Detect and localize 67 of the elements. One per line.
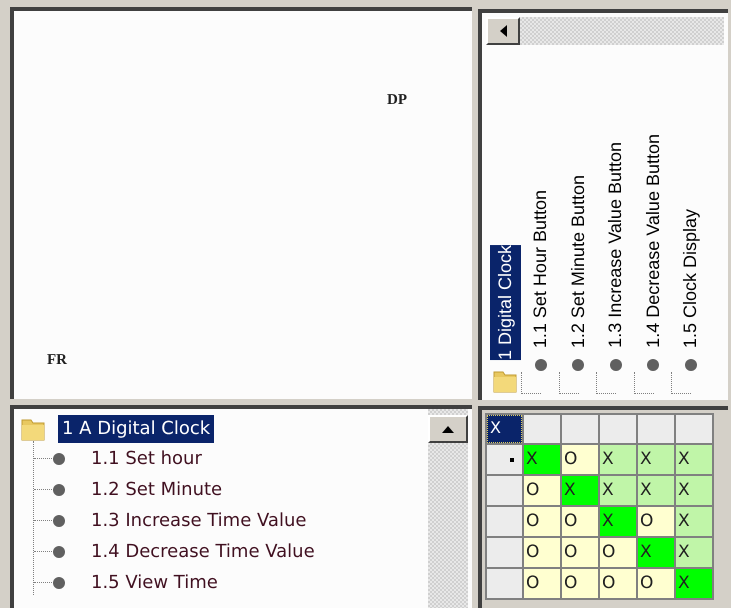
matrix-cell[interactable]: O (523, 506, 561, 537)
column-header-cell[interactable] (675, 414, 713, 444)
matrix-cell[interactable]: X (675, 444, 713, 475)
matrix-cell[interactable]: O (523, 537, 561, 568)
matrix-cell[interactable]: O (561, 444, 599, 475)
column-header[interactable]: 1.2 Set Minute Button (564, 174, 592, 348)
tree-item[interactable]: 1.2 Set Minute (88, 476, 226, 503)
matrix-cell[interactable]: X (637, 475, 675, 506)
canvas-label: FR (47, 351, 67, 370)
matrix-cell[interactable]: O (523, 475, 561, 506)
bullet-icon (534, 358, 548, 372)
bullet-icon (684, 358, 698, 372)
matrix-cell[interactable]: O (523, 568, 561, 599)
current-row-marker (510, 458, 514, 462)
canvas-label: DP (387, 91, 407, 110)
up-arrow-icon (442, 426, 454, 432)
column-header-cell[interactable] (523, 414, 561, 444)
matrix-cell[interactable]: X (637, 444, 675, 475)
matrix-cell[interactable]: X (637, 537, 675, 568)
bullet-icon (52, 482, 66, 496)
left-arrow-icon (500, 25, 506, 37)
column-header-cell[interactable] (599, 414, 637, 444)
matrix-cell[interactable]: X (675, 475, 713, 506)
column-header-cell[interactable] (637, 414, 675, 444)
matrix-cell[interactable]: X (599, 475, 637, 506)
tree-item[interactable]: 1.3 Increase Time Value (88, 507, 310, 534)
matrix-cell[interactable]: X (599, 506, 637, 537)
matrix-cell[interactable]: X (561, 475, 599, 506)
matrix-cell[interactable]: X (523, 444, 561, 475)
row-header-cell[interactable] (486, 506, 523, 537)
bullet-icon (52, 452, 66, 466)
bullet-icon (646, 358, 660, 372)
matrix-cell[interactable]: X (675, 537, 713, 568)
tree-item[interactable]: 1.5 View Time (88, 569, 221, 596)
horizontal-scrollbar[interactable] (486, 17, 724, 45)
bullet-icon (52, 514, 66, 528)
column-header[interactable]: 1.5 Clock Display (677, 208, 704, 348)
column-header[interactable]: 1.1 Set Hour Button (527, 190, 554, 348)
tree-item[interactable]: 1.1 Set hour (88, 445, 205, 472)
matrix-cell[interactable]: O (561, 506, 599, 537)
tree-item[interactable]: 1.4 Decrease Time Value (88, 538, 318, 565)
scroll-up-button[interactable] (428, 415, 468, 443)
matrix-corner-cell[interactable]: X (486, 414, 523, 444)
row-header-cell[interactable] (486, 537, 523, 568)
matrix-cell[interactable]: X (675, 506, 713, 537)
matrix-cell[interactable]: O (599, 568, 637, 599)
matrix-cell[interactable]: X (599, 444, 637, 475)
row-header-cell[interactable] (486, 475, 523, 506)
matrix-cell[interactable]: O (637, 506, 675, 537)
matrix-cell[interactable]: O (561, 568, 599, 599)
row-header-cell[interactable] (486, 444, 523, 475)
vertical-scrollbar[interactable] (428, 409, 468, 608)
matrix-cell[interactable]: O (637, 568, 675, 599)
row-header-cell[interactable] (486, 568, 523, 599)
bullet-icon (52, 576, 66, 590)
bullet-icon (52, 544, 66, 558)
column-header[interactable]: 1.4 Decrease Value Button (640, 134, 667, 348)
column-header[interactable]: 1.3 Increase Value Button (602, 142, 630, 348)
column-header-cell[interactable] (561, 414, 599, 444)
bullet-icon (608, 358, 623, 372)
matrix-cell[interactable]: O (599, 537, 637, 568)
matrix-cell[interactable]: O (561, 537, 599, 568)
column-header[interactable]: 1 Digital Clock (490, 244, 520, 360)
tree-item[interactable]: 1 A Digital Clock (58, 415, 214, 443)
scroll-left-button[interactable] (486, 17, 520, 45)
bullet-icon (571, 358, 586, 372)
matrix-cell[interactable]: X (675, 568, 713, 599)
